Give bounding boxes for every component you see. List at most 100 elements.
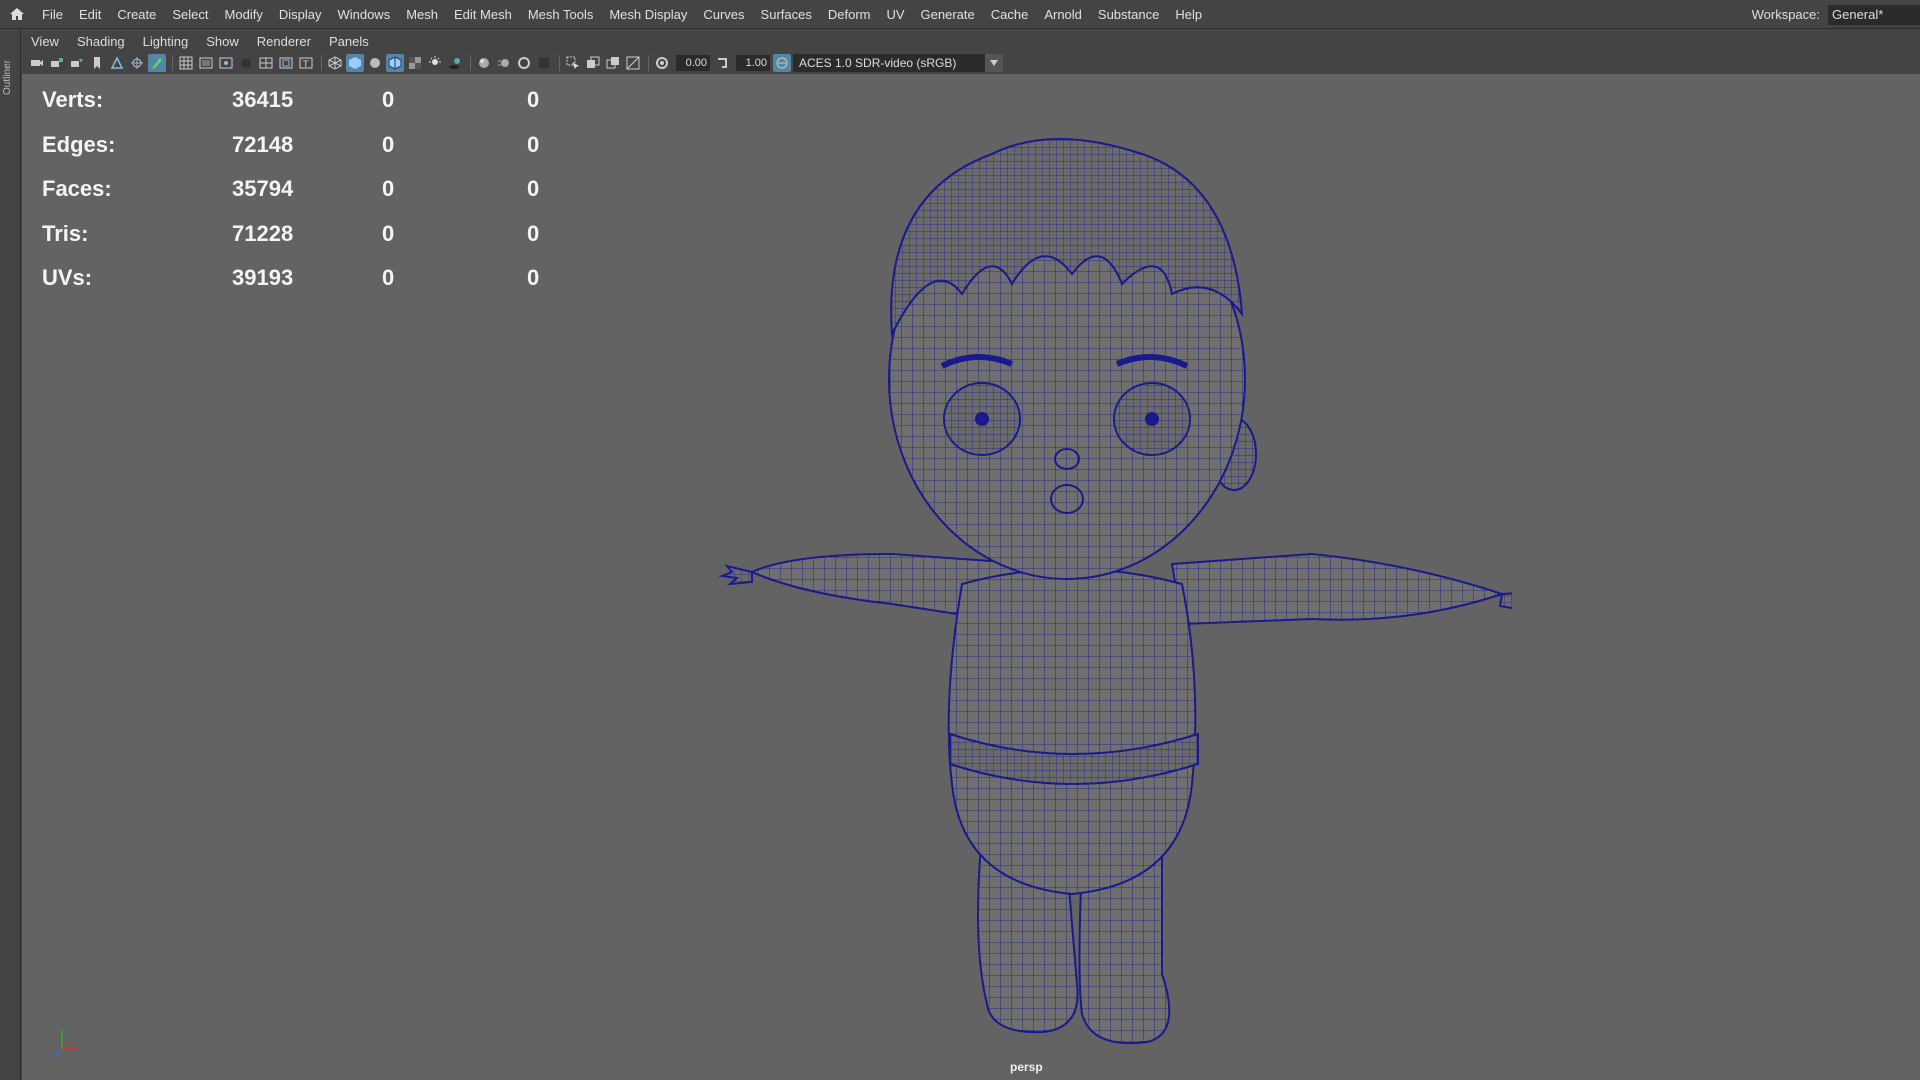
- field-chart-icon[interactable]: [257, 54, 275, 72]
- grease-pencil-icon[interactable]: [148, 54, 166, 72]
- bookmark-icon[interactable]: [88, 54, 106, 72]
- menu-arnold[interactable]: Arnold: [1036, 0, 1090, 29]
- panel-menu-renderer[interactable]: Renderer: [248, 34, 320, 49]
- toolbar-separator: [648, 55, 649, 71]
- workspace-selector: Workspace: General*: [1752, 0, 1920, 29]
- view-transform-dropdown[interactable]: ACES 1.0 SDR-video (sRGB): [793, 54, 1003, 72]
- camera-attributes-icon[interactable]: [48, 54, 66, 72]
- home-icon[interactable]: [0, 0, 34, 29]
- menu-file[interactable]: File: [34, 0, 71, 29]
- ambient-occlusion-icon[interactable]: [475, 54, 493, 72]
- gamma-field[interactable]: 1.00: [736, 55, 770, 71]
- menu-mesh[interactable]: Mesh: [398, 0, 446, 29]
- exposure-icon[interactable]: [653, 54, 671, 72]
- perspective-viewport[interactable]: Verts: 36415 0 0 Edges: 72148 0 0 Faces: 35794 0 0 T…: [22, 74, 1920, 1080]
- exposure-field[interactable]: 0.00: [676, 55, 710, 71]
- safe-title-icon[interactable]: T: [297, 54, 315, 72]
- hud-z1: 0: [382, 87, 395, 113]
- toolbar-separator: [321, 55, 322, 71]
- menu-deform[interactable]: Deform: [820, 0, 879, 29]
- menu-edit-mesh[interactable]: Edit Mesh: [446, 0, 520, 29]
- axis-indicator-icon: [53, 1030, 78, 1057]
- wireframe-on-shaded-icon[interactable]: [386, 54, 404, 72]
- panel-toolbar: T 0.00 1.00 ACES 1.0 SDR-video (sRGB): [22, 52, 1920, 74]
- isolate-select-icon[interactable]: [564, 54, 582, 72]
- hud-z2: 0: [527, 87, 540, 113]
- panel-menu-panels[interactable]: Panels: [320, 34, 378, 49]
- select-camera-icon[interactable]: [28, 54, 46, 72]
- hud-row: UVs: 39193 0 0: [42, 256, 567, 301]
- shadows-icon[interactable]: [446, 54, 464, 72]
- hud-z1: 0: [382, 265, 395, 291]
- menu-help[interactable]: Help: [1167, 0, 1210, 29]
- resolution-gate-icon[interactable]: [217, 54, 235, 72]
- 2d-pan-zoom-icon[interactable]: [128, 54, 146, 72]
- menu-substance[interactable]: Substance: [1090, 0, 1167, 29]
- menu-generate[interactable]: Generate: [913, 0, 983, 29]
- menu-uv[interactable]: UV: [878, 0, 912, 29]
- hud-value: 39193: [232, 265, 294, 291]
- panel-menu-shading[interactable]: Shading: [68, 34, 134, 49]
- gate-mask-icon[interactable]: [237, 54, 255, 72]
- anti-aliasing-icon[interactable]: [515, 54, 533, 72]
- hud-label: Tris:: [42, 220, 89, 246]
- hud-z2: 0: [527, 265, 540, 291]
- film-gate-icon[interactable]: [197, 54, 215, 72]
- hud-z1: 0: [382, 131, 395, 157]
- safe-action-icon[interactable]: [277, 54, 295, 72]
- motion-blur-icon[interactable]: [495, 54, 513, 72]
- menu-mesh-tools[interactable]: Mesh Tools: [520, 0, 602, 29]
- menu-cache[interactable]: Cache: [983, 0, 1037, 29]
- xray-icon[interactable]: [584, 54, 602, 72]
- toolbar-separator: [172, 55, 173, 71]
- hud-z2: 0: [527, 220, 540, 246]
- xray-joints-icon[interactable]: [624, 54, 642, 72]
- hud-label: UVs:: [42, 265, 93, 291]
- menu-items: File Edit Create Select Modify Display Windows…: [34, 0, 1210, 29]
- panel-menu-show[interactable]: Show: [197, 34, 248, 49]
- menu-edit[interactable]: Edit: [71, 0, 109, 29]
- hud-row: Verts: 36415 0 0: [42, 78, 567, 123]
- hud-z1: 0: [382, 176, 395, 202]
- depth-of-field-icon[interactable]: [535, 54, 553, 72]
- textured-icon[interactable]: [406, 54, 424, 72]
- menu-modify[interactable]: Modify: [217, 0, 271, 29]
- xray-active-components-icon[interactable]: [604, 54, 622, 72]
- menu-windows[interactable]: Windows: [329, 0, 398, 29]
- hud-value: 36415: [232, 87, 294, 113]
- hud-z1: 0: [382, 220, 395, 246]
- outliner-tab[interactable]: Outliner: [2, 38, 17, 116]
- bookmarks-icon[interactable]: [68, 54, 86, 72]
- panel-menu-view[interactable]: View: [22, 34, 68, 49]
- hud-row: Edges: 72148 0 0: [42, 123, 567, 168]
- panel-menu-lighting[interactable]: Lighting: [134, 34, 198, 49]
- menu-select[interactable]: Select: [164, 0, 216, 29]
- gamma-icon[interactable]: [713, 54, 731, 72]
- character-mesh-wireframe[interactable]: [692, 84, 1512, 1064]
- menu-create[interactable]: Create: [109, 0, 164, 29]
- workspace-dropdown[interactable]: General*: [1828, 4, 1920, 25]
- hud-label: Faces:: [42, 176, 112, 202]
- hud-z2: 0: [527, 131, 540, 157]
- hud-row: Faces: 35794 0 0: [42, 167, 567, 212]
- lights-icon[interactable]: [426, 54, 444, 72]
- hud-label: Edges:: [42, 131, 116, 157]
- menu-surfaces[interactable]: Surfaces: [753, 0, 820, 29]
- view-transform-value: ACES 1.0 SDR-video (sRGB): [799, 56, 957, 70]
- hud-row: Tris: 71228 0 0: [42, 212, 567, 257]
- color-management-icon[interactable]: [773, 54, 791, 72]
- menu-mesh-display[interactable]: Mesh Display: [601, 0, 695, 29]
- wireframe-icon[interactable]: [326, 54, 344, 72]
- hud-value: 72148: [232, 131, 294, 157]
- smooth-shade-icon[interactable]: [346, 54, 364, 72]
- menu-curves[interactable]: Curves: [695, 0, 752, 29]
- hud-label: Verts:: [42, 87, 104, 113]
- grid-icon[interactable]: [177, 54, 195, 72]
- image-plane-icon[interactable]: [108, 54, 126, 72]
- outliner-strip: Outliner: [0, 30, 21, 1080]
- menu-display[interactable]: Display: [271, 0, 330, 29]
- hud-value: 35794: [232, 176, 294, 202]
- default-material-icon[interactable]: [366, 54, 384, 72]
- svg-text:T: T: [302, 60, 309, 70]
- chevron-down-icon[interactable]: [985, 54, 1003, 72]
